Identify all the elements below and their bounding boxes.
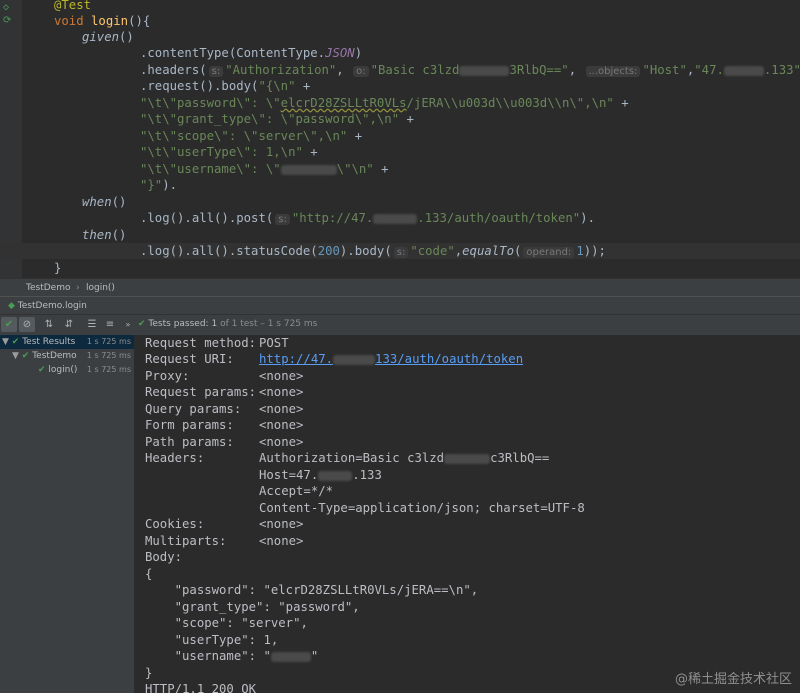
code-line: @Test (54, 0, 92, 12)
chevron-down-icon[interactable]: ▼ (2, 337, 9, 347)
param-hint: ...objects: (585, 66, 641, 77)
console-line: "scope": "server", (145, 616, 308, 630)
code-line: then() (82, 228, 127, 242)
test-runner-toolbar: ✔ ⊘ ⇅ ⇵ ☰ ≡ » ✔ Tests passed: 1 of 1 tes… (0, 314, 800, 336)
param-hint: operand: (523, 247, 575, 258)
sort-alphabetically-icon[interactable]: ⇅ (41, 317, 57, 332)
console-line: "grant_type": "password", (145, 600, 360, 614)
redacted-blur (723, 65, 764, 76)
code-line: } (54, 261, 62, 275)
show-ignored-toggle[interactable]: ⊘ (19, 317, 35, 332)
expand-all-icon[interactable]: ☰ (84, 317, 100, 332)
console-line: "userType": 1, (145, 633, 279, 647)
console-line: Request params: <none> (145, 385, 304, 399)
request-uri-link[interactable]: 133/auth/oauth/token (375, 352, 523, 366)
chevron-down-icon[interactable]: ▼ (12, 351, 19, 361)
check-icon: ✔ (138, 319, 146, 329)
breadcrumb-method[interactable]: login() (86, 283, 115, 293)
code-line: "\t\"scope\": \"server\",\n" + (140, 129, 363, 143)
code-line: "\t\"password\": \"elcrD28ZSLLtR0VLs/jER… (140, 96, 629, 110)
code-line: when() (82, 195, 127, 209)
code-line: .log().all().post(s: "http://47. .133/auth… (140, 211, 595, 225)
check-icon: ✔ (21, 351, 30, 361)
param-hint: o: (353, 66, 369, 77)
console-line: } (145, 666, 153, 680)
console-line: Form params: <none> (145, 418, 304, 432)
code-line: .headers(s: "Authorization", o: "Basic c3l… (140, 63, 800, 77)
sort-by-duration-icon[interactable]: ⇵ (61, 317, 77, 332)
code-line: .contentType(ContentType.JSON) (140, 46, 363, 60)
redacted-blur (333, 354, 376, 365)
param-hint: s: (208, 66, 224, 77)
test-config-icon: ◆ (8, 301, 15, 311)
tree-item-test-results[interactable]: ▼ ✔ Test Results 1 s 725 ms (0, 335, 134, 349)
param-hint: s: (275, 214, 290, 225)
code-line: "}"). (140, 178, 178, 192)
console-line: Request URI: http://47. 133/auth/oauth/tok… (145, 352, 524, 366)
tree-item-test-class[interactable]: ▼ ✔ TestDemo 1 s 725 ms (0, 349, 134, 363)
console-line: Request method: POST (145, 336, 289, 350)
console-line: Headers: Authorization=Basic c3lzd c3RlbQ=… (145, 451, 550, 465)
chevron-right-icon: › (76, 283, 80, 293)
redacted-blur (373, 213, 418, 224)
console-line: { (145, 567, 153, 581)
breadcrumb: TestDemo › login() (0, 278, 800, 297)
check-icon: ✔ (11, 337, 20, 347)
show-passed-toggle[interactable]: ✔ (1, 317, 17, 332)
code-editor[interactable]: ◇ ⟳ @Test void login(){ given() .content… (0, 0, 800, 278)
console-line: HTTP/1.1 200 OK (145, 682, 257, 693)
more-icon[interactable]: » (120, 317, 136, 332)
code-line: given() (82, 30, 134, 44)
run-config-tab[interactable]: ◆ TestDemo.login (4, 297, 91, 315)
breadcrumb-class[interactable]: TestDemo (26, 283, 70, 293)
code-line: void login(){ (54, 14, 151, 28)
tree-item-test-method[interactable]: ✔ login() 1 s 725 ms (0, 363, 134, 377)
test-results-tree: ▼ ✔ Test Results 1 s 725 ms ▼ ✔ TestDemo… (0, 335, 135, 693)
request-uri-link[interactable]: http://47. (259, 352, 333, 366)
param-hint: s: (393, 247, 409, 258)
code-line: "\t\"grant_type\": \"password\",\n" + (140, 112, 414, 126)
console-line: "username": " " (145, 649, 319, 663)
console-line: Multiparts: <none> (145, 534, 304, 548)
collapse-all-icon[interactable]: ≡ (102, 317, 118, 332)
code-line: "\t\"userType\": 1,\n" + (140, 145, 318, 159)
redacted-blur (444, 453, 491, 464)
console-line: Cookies: <none> (145, 517, 304, 531)
redacted-blur (318, 470, 353, 481)
console-line: Proxy: <none> (145, 369, 304, 383)
code-line: "\t\"username\": \" \"\n" + (140, 162, 389, 176)
console-line: "password": "elcrD28ZSLLtR0VLs/jERA==\n"… (145, 583, 479, 597)
run-tool-window-header: ◆ TestDemo.login (0, 296, 800, 315)
console-output[interactable]: Request method: POST Request URI: http://4… (135, 335, 800, 693)
code-line-current: .log().all().statusCode(200).body(s: "cod… (0, 243, 800, 259)
code-line: .request().body("{\n" + (140, 79, 311, 93)
redacted-blur (280, 164, 337, 175)
console-line: Body: (145, 550, 183, 564)
check-icon: ✔ (38, 365, 46, 375)
redacted-blur (270, 651, 311, 662)
watermark: @稀土掘金技术社区 (674, 672, 792, 687)
console-line: Path params: <none> (145, 435, 304, 449)
console-line: Query params: <none> (145, 402, 304, 416)
redacted-blur (459, 65, 510, 76)
test-status: ✔ Tests passed: 1 of 1 test – 1 s 725 ms (138, 319, 318, 329)
